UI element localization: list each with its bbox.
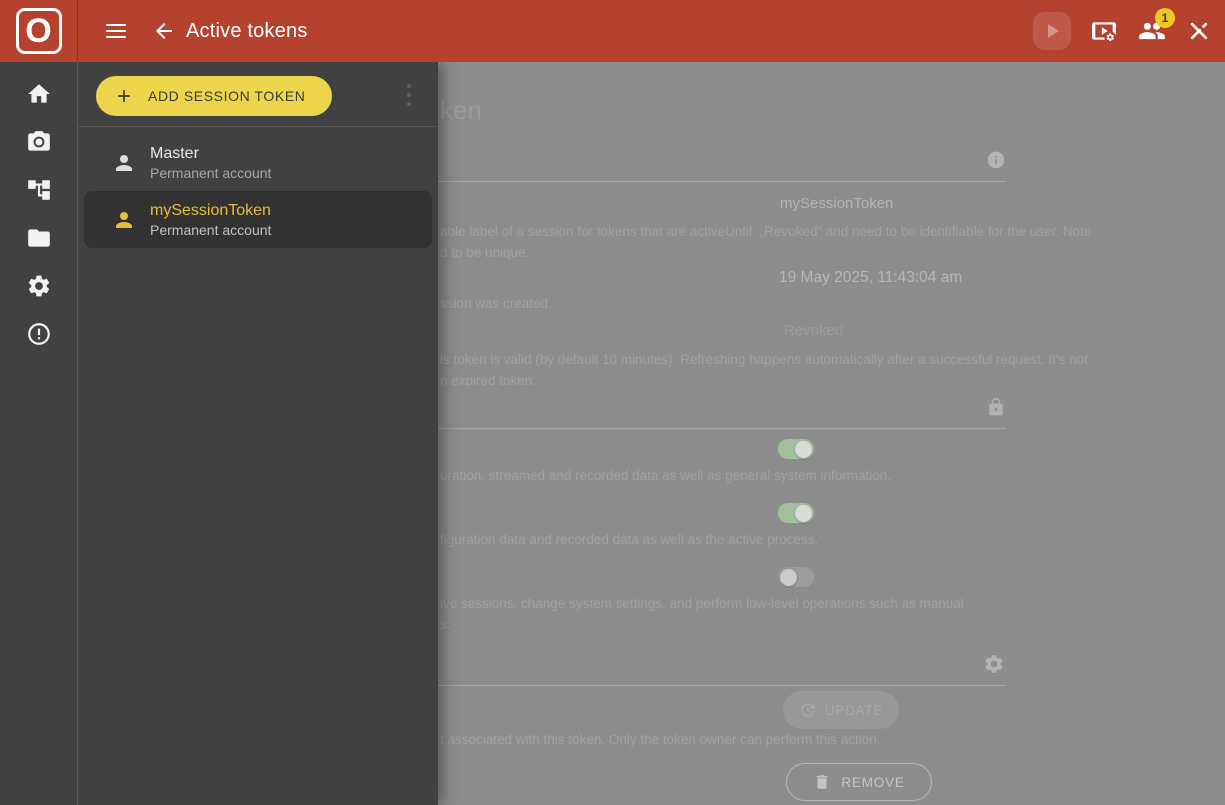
nav-rail	[0, 62, 78, 805]
token-list: Master Permanent account mySessionToken …	[78, 127, 438, 248]
logo-o-icon: O	[16, 8, 62, 54]
token-subtitle: Permanent account	[150, 165, 271, 181]
play-icon	[1040, 19, 1064, 43]
token-label-value[interactable]: mySessionToken	[780, 195, 893, 212]
admin-permission-help-line1: ive sessions, change system settings, an…	[440, 596, 964, 611]
read-permission-toggle[interactable]	[778, 439, 814, 459]
label-help-line2: d to be unique.	[440, 245, 529, 260]
back-arrow-icon[interactable]	[152, 19, 176, 43]
remove-button-label: REMOVE	[841, 775, 904, 790]
admin-permission-help-line2: s.	[440, 617, 451, 632]
lock-icon	[986, 397, 1006, 417]
person-icon	[112, 208, 136, 232]
active-until-help-line1: is token is valid (by default 10 minutes…	[440, 352, 1088, 367]
created-help: ssion was created.	[440, 296, 552, 311]
remove-help: t associated with this token. Only the t…	[440, 732, 880, 747]
add-session-token-label: ADD SESSION TOKEN	[148, 88, 306, 104]
created-value: 19 May 2025, 11:43:04 am	[779, 269, 962, 287]
settings-icon[interactable]	[26, 273, 52, 299]
camera-icon[interactable]	[26, 129, 52, 155]
update-button-label: UPDATE	[825, 703, 884, 718]
active-until-help-line2: n expired token.	[440, 373, 536, 388]
toggle-knob	[795, 505, 812, 522]
app-screen: ken mySessionToken able label of a sessi…	[0, 0, 1225, 805]
token-list-item-mysessiontoken[interactable]: mySessionToken Permanent account	[84, 191, 432, 248]
app-logo: O	[0, 0, 78, 62]
trash-icon	[813, 773, 831, 791]
token-drawer: ADD SESSION TOKEN Master Permanent accou…	[78, 62, 438, 805]
play-button-disabled	[1033, 12, 1071, 50]
page-title-fragment: ken	[440, 95, 482, 126]
read-permission-help: uration, streamed and recorded data as w…	[440, 468, 891, 483]
page-title: Active tokens	[186, 20, 308, 43]
token-list-item-master[interactable]: Master Permanent account	[78, 134, 438, 191]
kebab-menu-icon[interactable]	[406, 84, 412, 106]
write-permission-help: figuration data and recorded data as wel…	[440, 532, 818, 547]
folder-icon[interactable]	[26, 225, 52, 251]
gear-field-icon[interactable]	[983, 653, 1005, 675]
person-icon	[112, 151, 136, 175]
menu-icon[interactable]	[106, 24, 126, 38]
tools-icon[interactable]	[1187, 19, 1211, 43]
home-icon[interactable]	[26, 81, 52, 107]
admin-permission-toggle[interactable]	[778, 567, 814, 587]
update-button[interactable]: UPDATE	[783, 691, 899, 729]
write-permission-toggle[interactable]	[778, 503, 814, 523]
topbar-actions: 1	[1033, 12, 1225, 50]
token-name: Master	[150, 145, 271, 163]
token-name: mySessionToken	[150, 202, 271, 220]
label-help-line1: able label of a session for tokens that …	[440, 224, 1091, 239]
update-icon	[799, 701, 817, 719]
toggle-knob	[780, 569, 797, 586]
toggle-knob	[795, 441, 812, 458]
plus-icon	[114, 86, 134, 106]
drawer-header: ADD SESSION TOKEN	[78, 62, 438, 127]
screen-record-settings-icon[interactable]	[1091, 18, 1117, 44]
add-session-token-button[interactable]: ADD SESSION TOKEN	[96, 76, 332, 116]
error-icon[interactable]	[26, 321, 52, 347]
top-app-bar: O Active tokens 1	[0, 0, 1225, 62]
token-subtitle: Permanent account	[150, 222, 271, 238]
info-icon[interactable]	[986, 150, 1006, 170]
remove-button[interactable]: REMOVE	[786, 763, 932, 801]
active-users-button[interactable]: 1	[1137, 17, 1167, 45]
active-until-value: Revoked	[784, 322, 843, 339]
user-count-badge: 1	[1155, 8, 1175, 28]
account-tree-icon[interactable]	[26, 177, 52, 203]
